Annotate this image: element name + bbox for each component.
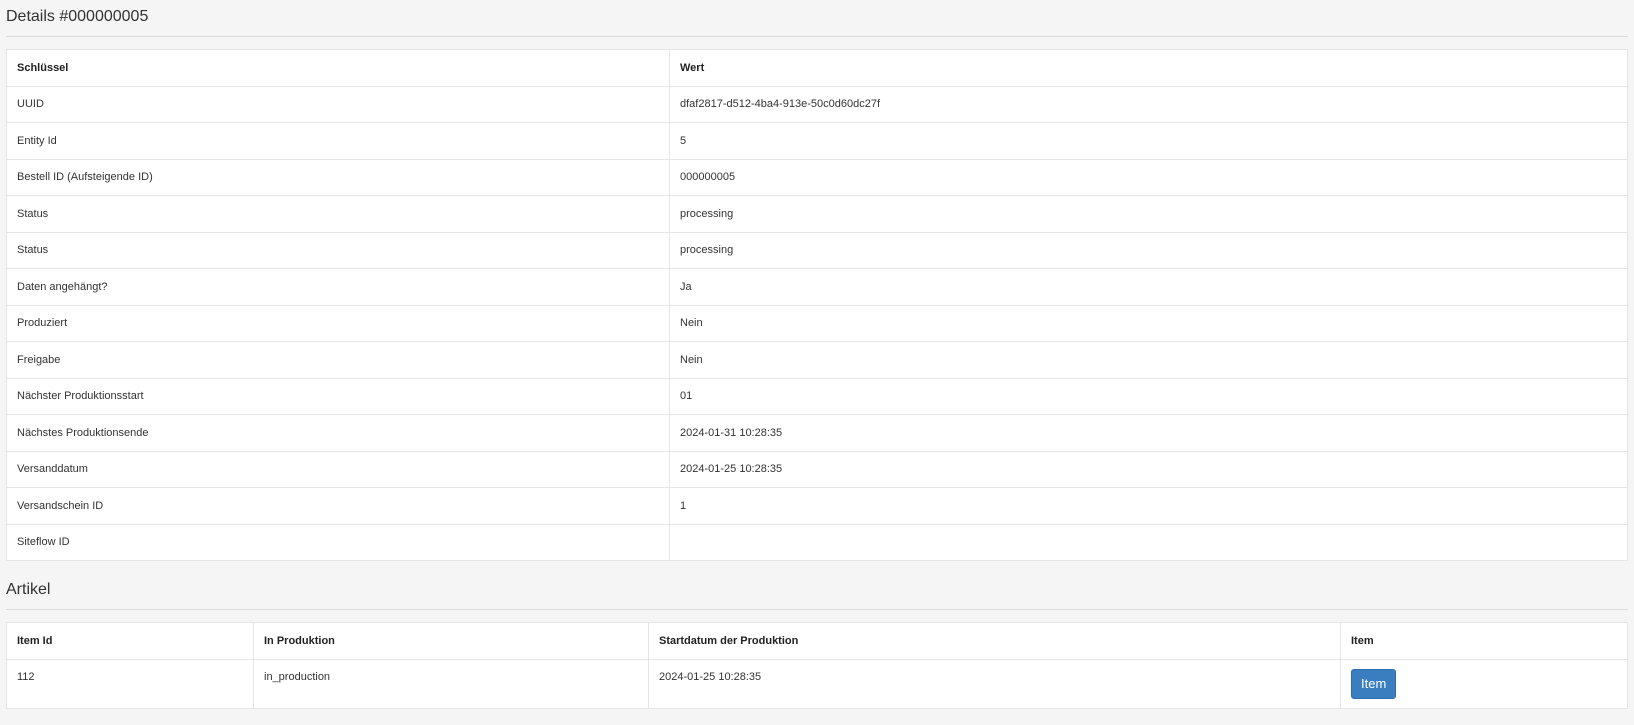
page: Details #000000005 Schlüssel Wert UUID d… (0, 0, 1634, 709)
artikel-table: Item Id In Produktion Startdatum der Pro… (6, 622, 1628, 709)
row-value: processing (669, 231, 1628, 269)
row-value: Ja (669, 268, 1628, 306)
row-value: Nein (669, 304, 1628, 342)
row-value (669, 523, 1628, 561)
cell-item: Item (1340, 658, 1628, 709)
header-item-id: Item Id (6, 622, 254, 660)
table-row: Nächstes Produktionsende 2024-01-31 10:2… (6, 414, 1628, 452)
row-value: 5 (669, 122, 1628, 160)
table-row: Nächster Produktionsstart 01 (6, 377, 1628, 415)
row-value: 2024-01-25 10:28:35 (669, 450, 1628, 488)
row-value: 000000005 (669, 158, 1628, 196)
table-row: Versandschein ID 1 (6, 487, 1628, 525)
row-value: 01 (669, 377, 1628, 415)
row-value: dfaf2817-d512-4ba4-913e-50c0d60dc27f (669, 85, 1628, 123)
table-row: UUID dfaf2817-d512-4ba4-913e-50c0d60dc27… (6, 85, 1628, 123)
row-key: Nächster Produktionsstart (6, 377, 670, 415)
artikel-title: Artikel (6, 569, 1628, 610)
row-key: Freigabe (6, 341, 670, 379)
table-row: Versanddatum 2024-01-25 10:28:35 (6, 450, 1628, 488)
table-row: Siteflow ID (6, 523, 1628, 561)
item-button[interactable]: Item (1351, 668, 1397, 699)
row-value: Nein (669, 341, 1628, 379)
cell-startdatum: 2024-01-25 10:28:35 (648, 658, 1341, 709)
table-row: Daten angehängt? Ja (6, 268, 1628, 306)
table-row: Bestell ID (Aufsteigende ID) 000000005 (6, 158, 1628, 196)
row-value: 1 (669, 487, 1628, 525)
row-key: Status (6, 195, 670, 233)
artikel-header-row: Item Id In Produktion Startdatum der Pro… (6, 622, 1628, 660)
details-title: Details #000000005 (6, 0, 1628, 37)
header-item: Item (1340, 622, 1628, 660)
table-row: Status processing (6, 231, 1628, 269)
row-key: Status (6, 231, 670, 269)
row-key: Entity Id (6, 122, 670, 160)
row-key: Versanddatum (6, 450, 670, 488)
row-key: UUID (6, 85, 670, 123)
table-row: 112 in_production 2024-01-25 10:28:35 It… (6, 658, 1628, 709)
header-key: Schlüssel (6, 49, 670, 87)
header-startdatum: Startdatum der Produktion (648, 622, 1341, 660)
header-value: Wert (669, 49, 1628, 87)
details-table: Schlüssel Wert UUID dfaf2817-d512-4ba4-9… (6, 49, 1628, 561)
table-row: Status processing (6, 195, 1628, 233)
row-key: Produziert (6, 304, 670, 342)
table-row: Produziert Nein (6, 304, 1628, 342)
row-value: 2024-01-31 10:28:35 (669, 414, 1628, 452)
row-value: processing (669, 195, 1628, 233)
cell-in-produktion: in_production (253, 658, 649, 709)
row-key: Daten angehängt? (6, 268, 670, 306)
cell-item-id: 112 (6, 658, 254, 709)
row-key: Versandschein ID (6, 487, 670, 525)
header-in-produktion: In Produktion (253, 622, 649, 660)
table-row: Freigabe Nein (6, 341, 1628, 379)
row-key: Nächstes Produktionsende (6, 414, 670, 452)
details-header-row: Schlüssel Wert (6, 49, 1628, 87)
table-row: Entity Id 5 (6, 122, 1628, 160)
row-key: Bestell ID (Aufsteigende ID) (6, 158, 670, 196)
row-key: Siteflow ID (6, 523, 670, 561)
